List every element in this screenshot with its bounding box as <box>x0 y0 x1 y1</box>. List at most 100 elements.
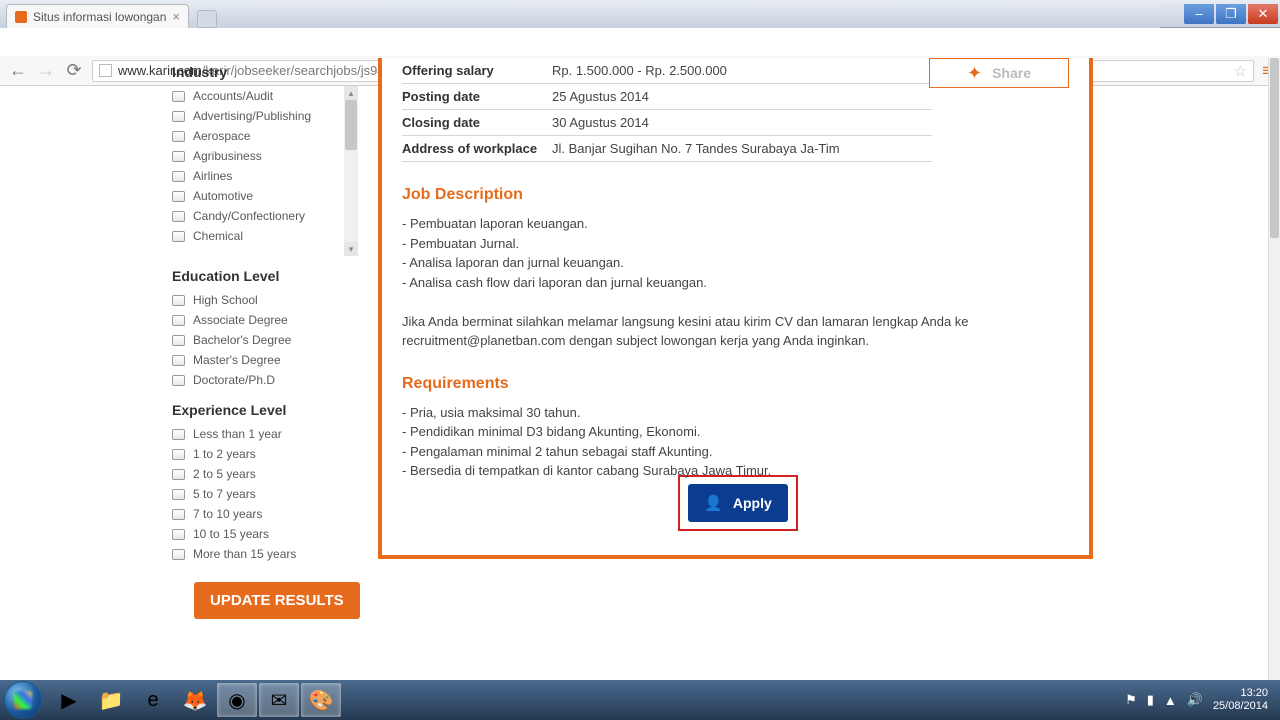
checkbox-icon[interactable] <box>172 111 185 122</box>
filter-item-label: Chemical <box>193 229 243 243</box>
tray-network-icon[interactable]: ▲ <box>1164 693 1177 708</box>
filter-item[interactable]: 2 to 5 years <box>172 464 360 484</box>
detail-row: Address of workplaceJl. Banjar Sugihan N… <box>402 136 932 162</box>
detail-label: Offering salary <box>402 63 552 78</box>
filter-item-label: Master's Degree <box>193 353 281 367</box>
checkbox-icon[interactable] <box>172 469 185 480</box>
apply-button[interactable]: 👤 Apply <box>688 484 788 522</box>
checkbox-icon[interactable] <box>172 489 185 500</box>
checkbox-icon[interactable] <box>172 295 185 306</box>
window-minimize-button[interactable]: – <box>1184 4 1214 24</box>
filter-item[interactable]: Airlines <box>172 166 360 186</box>
filter-heading-education: Education Level <box>172 268 360 284</box>
close-tab-icon[interactable]: × <box>172 9 180 24</box>
window-maximize-button[interactable]: ❐ <box>1216 4 1246 24</box>
page-scrollbar[interactable] <box>1268 58 1280 680</box>
checkbox-icon[interactable] <box>172 91 185 102</box>
filter-item-label: Automotive <box>193 189 253 203</box>
filter-item-label: Less than 1 year <box>193 427 282 441</box>
filter-item-label: High School <box>193 293 258 307</box>
filter-item-label: Airlines <box>193 169 232 183</box>
requirements-text: - Pria, usia maksimal 30 tahun.- Pendidi… <box>402 403 1069 481</box>
tray-volume-icon[interactable]: 🔊 <box>1187 692 1203 708</box>
taskbar-paint-icon[interactable]: 🎨 <box>301 683 341 717</box>
checkbox-icon[interactable] <box>172 449 185 460</box>
filter-heading-industry: Industry <box>172 64 360 80</box>
taskbar-firefox-icon[interactable]: 🦊 <box>175 683 215 717</box>
filter-item[interactable]: Chemical <box>172 226 360 246</box>
detail-value: 30 Agustus 2014 <box>552 115 932 130</box>
filter-item[interactable]: More than 15 years <box>172 544 360 564</box>
filter-item[interactable]: Less than 1 year <box>172 424 360 444</box>
taskbar-explorer-icon[interactable]: 📁 <box>91 683 131 717</box>
detail-label: Posting date <box>402 89 552 104</box>
filter-item[interactable]: Candy/Confectionery <box>172 206 360 226</box>
filter-item-label: 1 to 2 years <box>193 447 256 461</box>
system-tray: ⚑ ▮ ▲ 🔊 13:20 25/08/2014 <box>1125 687 1276 713</box>
filter-item[interactable]: Agribusiness <box>172 146 360 166</box>
filter-item[interactable]: 10 to 15 years <box>172 524 360 544</box>
taskbar-outlook-icon[interactable]: ✉ <box>259 683 299 717</box>
checkbox-icon[interactable] <box>172 171 185 182</box>
filter-item[interactable]: Automotive <box>172 186 360 206</box>
filter-item-label: Candy/Confectionery <box>193 209 305 223</box>
filter-item[interactable]: Master's Degree <box>172 350 360 370</box>
taskbar-chrome-icon[interactable]: ◉ <box>217 683 257 717</box>
checkbox-icon[interactable] <box>172 355 185 366</box>
filter-item-label: Advertising/Publishing <box>193 109 311 123</box>
checkbox-icon[interactable] <box>172 549 185 560</box>
filter-item-label: Doctorate/Ph.D <box>193 373 275 387</box>
checkbox-icon[interactable] <box>172 315 185 326</box>
checkbox-icon[interactable] <box>172 131 185 142</box>
detail-row: Posting date25 Agustus 2014 <box>402 84 932 110</box>
share-button[interactable]: ✦ Share <box>929 58 1069 88</box>
filter-item[interactable]: Bachelor's Degree <box>172 330 360 350</box>
checkbox-icon[interactable] <box>172 211 185 222</box>
window-close-button[interactable]: ✕ <box>1248 4 1278 24</box>
browser-tab[interactable]: Situs informasi lowongan × <box>6 4 189 28</box>
detail-row: Closing date30 Agustus 2014 <box>402 110 932 136</box>
industry-scrollbar[interactable]: ▴▾ <box>344 86 358 256</box>
filter-item[interactable]: Advertising/Publishing <box>172 106 360 126</box>
clock-time: 13:20 <box>1213 687 1268 700</box>
checkbox-icon[interactable] <box>172 151 185 162</box>
windows-taskbar: ▶ 📁 e 🦊 ◉ ✉ 🎨 ⚑ ▮ ▲ 🔊 13:20 25/08/2014 <box>0 680 1280 720</box>
share-icon: ✦ <box>967 63 982 84</box>
filter-item[interactable]: 1 to 2 years <box>172 444 360 464</box>
detail-label: Closing date <box>402 115 552 130</box>
filter-item[interactable]: Aerospace <box>172 126 360 146</box>
update-results-button[interactable]: UPDATE RESULTS <box>194 582 360 619</box>
filter-item[interactable]: Doctorate/Ph.D <box>172 370 360 390</box>
share-label: Share <box>992 65 1031 81</box>
job-card: ✦ Share Offering salaryRp. 1.500.000 - R… <box>378 58 1093 559</box>
checkbox-icon[interactable] <box>172 335 185 346</box>
checkbox-icon[interactable] <box>172 509 185 520</box>
filter-item[interactable]: High School <box>172 290 360 310</box>
start-button[interactable] <box>4 681 42 719</box>
checkbox-icon[interactable] <box>172 231 185 242</box>
tray-battery-icon[interactable]: ▮ <box>1147 692 1154 708</box>
filter-item[interactable]: Associate Degree <box>172 310 360 330</box>
requirements-heading: Requirements <box>402 375 1069 393</box>
checkbox-icon[interactable] <box>172 529 185 540</box>
apply-icon: 👤 <box>704 494 723 512</box>
taskbar-media-player-icon[interactable]: ▶ <box>49 683 89 717</box>
taskbar-ie-icon[interactable]: e <box>133 683 173 717</box>
filter-item-label: 7 to 10 years <box>193 507 262 521</box>
detail-value: 25 Agustus 2014 <box>552 89 932 104</box>
filter-item[interactable]: 7 to 10 years <box>172 504 360 524</box>
filter-item[interactable]: 5 to 7 years <box>172 484 360 504</box>
checkbox-icon[interactable] <box>172 191 185 202</box>
checkbox-icon[interactable] <box>172 375 185 386</box>
industry-list[interactable]: Accounts/Audit Advertising/Publishing Aero… <box>172 86 360 256</box>
taskbar-clock[interactable]: 13:20 25/08/2014 <box>1213 687 1268 713</box>
apply-label: Apply <box>733 495 772 511</box>
detail-label: Address of workplace <box>402 141 552 156</box>
filter-sidebar: Industry Accounts/Audit Advertising/Publi… <box>0 58 360 680</box>
browser-tab-strip: Situs informasi lowongan × <box>0 0 1160 28</box>
filter-item-label: More than 15 years <box>193 547 296 561</box>
new-tab-button[interactable] <box>197 10 217 28</box>
filter-item[interactable]: Accounts/Audit <box>172 86 360 106</box>
tray-flag-icon[interactable]: ⚑ <box>1125 692 1137 708</box>
checkbox-icon[interactable] <box>172 429 185 440</box>
